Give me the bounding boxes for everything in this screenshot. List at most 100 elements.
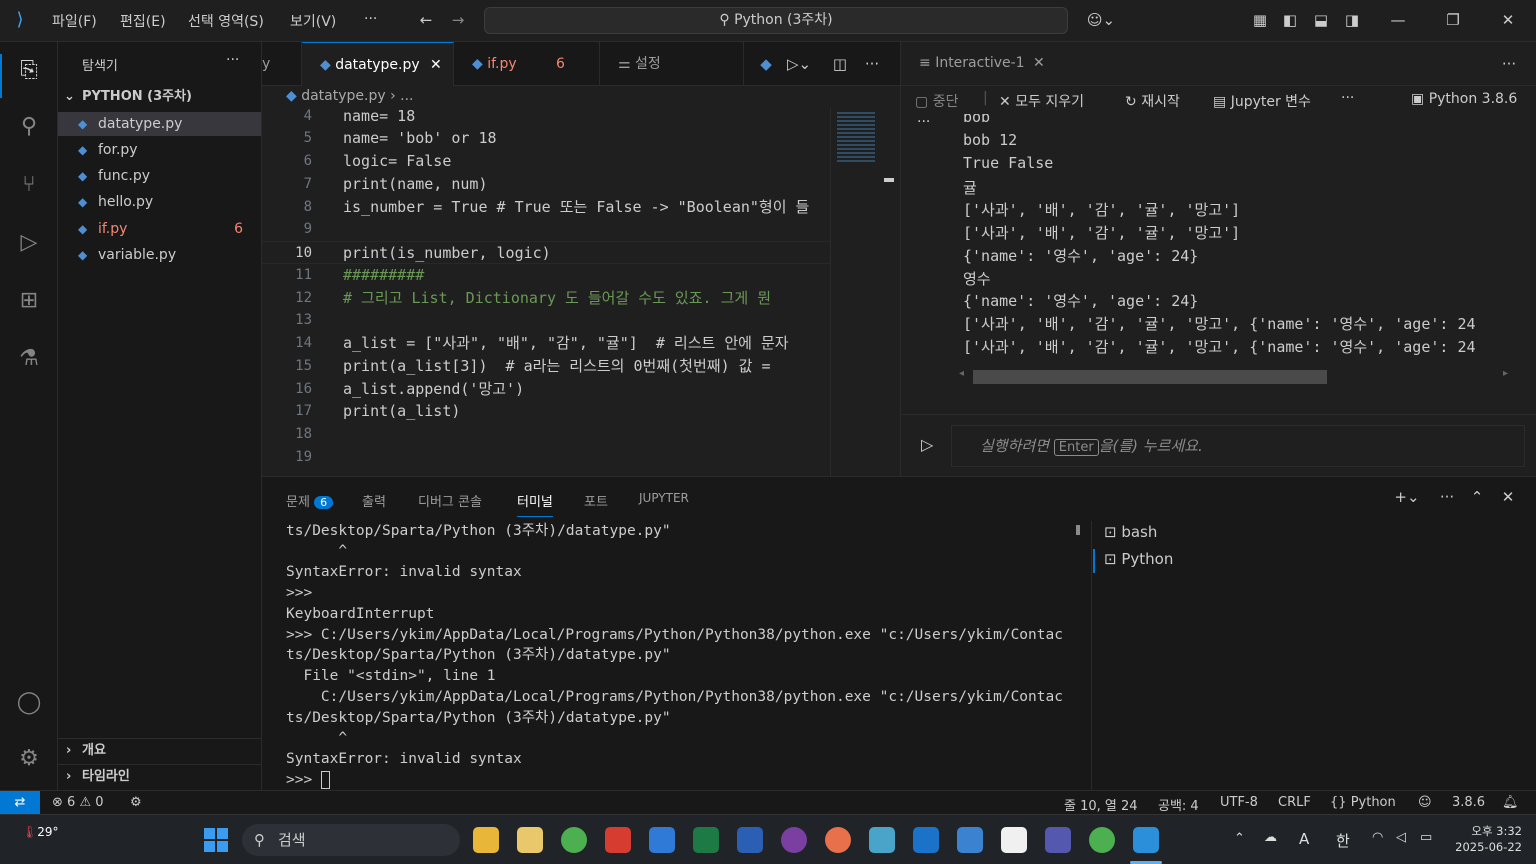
kernel-picker[interactable]: ▣ Python 3.8.6 [1411, 91, 1517, 107]
clear-all-button[interactable]: ✕ 모두 지우기 [999, 91, 1084, 111]
menu-view[interactable]: 보기(V) [290, 11, 336, 31]
execute-cell-icon[interactable]: ▷ [921, 435, 933, 454]
excel-app-icon[interactable] [693, 827, 719, 853]
acrobat-app-icon[interactable] [605, 827, 631, 853]
battery-icon[interactable]: ▭ [1420, 830, 1432, 845]
run-debug-icon[interactable]: ▷ [14, 228, 44, 258]
menu-edit[interactable]: 편집(E) [120, 11, 166, 31]
editor-more-icon[interactable]: ··· [862, 54, 882, 74]
breadcrumb-file[interactable]: datatype.py [301, 88, 385, 104]
new-terminal-icon[interactable]: +⌄ [1390, 487, 1424, 507]
horizontal-scrollbar[interactable] [973, 370, 1327, 384]
show-hidden-icons-icon[interactable]: ⌃ [1234, 831, 1245, 846]
cell-more-icon[interactable]: ··· [917, 114, 930, 130]
maximize-panel-icon[interactable]: ⌃ [1467, 487, 1487, 507]
account-icon[interactable]: ◯ [14, 688, 44, 718]
search-view-icon[interactable]: ⚲ [14, 112, 44, 142]
tab-settings[interactable]: ⚌ 설정 [600, 42, 744, 86]
back-arrow-icon[interactable]: ← [416, 10, 436, 30]
toggle-panel-icon[interactable]: ⬓ [1311, 10, 1331, 30]
close-tab-icon[interactable]: ✕ [430, 43, 442, 87]
timeline-section[interactable]: › 타임라인 [58, 764, 261, 789]
clock[interactable]: 오후 3:32 2025-06-22 [1448, 823, 1522, 855]
teams-app-icon[interactable] [1045, 827, 1071, 853]
file-item-for[interactable]: ◆ for.py [58, 138, 261, 162]
notion-app-icon[interactable] [1001, 827, 1027, 853]
wifi-icon[interactable]: ◠ [1372, 830, 1383, 845]
file-explorer-app-icon[interactable] [473, 827, 499, 853]
remote-indicator-icon[interactable]: ⇄ [0, 791, 40, 815]
folder-header[interactable]: ⌄ PYTHON (3주차) [58, 86, 261, 108]
firefox-app-icon[interactable] [825, 827, 851, 853]
terminal-list-item-bash[interactable]: ⊡ bash [1104, 523, 1157, 541]
python-version[interactable]: 3.8.6 [1452, 795, 1485, 810]
run-file-icon[interactable]: ▷⌄ [782, 54, 816, 74]
menu-more[interactable]: ··· [364, 11, 377, 27]
terminal-scrollbar[interactable] [1076, 525, 1080, 535]
encoding[interactable]: UTF-8 [1220, 795, 1258, 810]
source-control-icon[interactable]: ⑂ [14, 170, 44, 200]
notepad-app-icon[interactable] [957, 827, 983, 853]
interactive-more-icon[interactable]: ··· [1499, 54, 1519, 74]
copilot-icon[interactable]: ☺⌄ [1084, 10, 1118, 30]
vscode-app-icon[interactable] [1133, 827, 1159, 853]
code-editor[interactable]: ◆ datatype.py › ... 4 name= 18 5 name= 'bo… [262, 86, 900, 476]
mail-app-icon[interactable] [517, 827, 543, 853]
breadcrumb-rest[interactable]: ... [400, 88, 413, 104]
customize-layout-icon[interactable]: ▦ [1250, 10, 1270, 30]
forward-arrow-icon[interactable]: → [448, 10, 468, 30]
code-input-box[interactable]: 실행하려면 Enter 을(를) 누르세요. [951, 425, 1525, 467]
minimize-icon[interactable]: — [1388, 10, 1408, 30]
close-window-icon[interactable]: ✕ [1498, 10, 1518, 30]
explorer-icon[interactable]: ⎘ [14, 56, 44, 86]
toggle-secondary-sidebar-icon[interactable]: ◨ [1342, 10, 1362, 30]
tab-debug-console[interactable]: 디버그 콘솔 [418, 491, 482, 510]
weather-widget[interactable]: 🌡︎29° [22, 825, 59, 839]
tab-terminal[interactable]: 터미널 [517, 491, 553, 517]
indentation[interactable]: 공백: 4 [1158, 795, 1199, 814]
scroll-left-icon[interactable]: ◂ [959, 368, 964, 379]
chrome-profile-app-icon[interactable] [1089, 827, 1115, 853]
debug-status-icon[interactable]: ⚙ [130, 795, 142, 810]
restore-icon[interactable]: ❐ [1443, 10, 1463, 30]
copilot-status-icon[interactable]: ☺ [1418, 795, 1432, 810]
toolbar-more-icon[interactable]: ··· [1341, 90, 1354, 106]
tab-if[interactable]: ◆ if.py 6 [454, 42, 600, 86]
minimap[interactable] [830, 108, 882, 476]
notifications-bell-icon[interactable]: 🔔︎ [1502, 795, 1519, 810]
extensions-icon[interactable]: ⊞ [14, 286, 44, 316]
scroll-right-icon[interactable]: ▸ [1503, 368, 1508, 379]
tab-partial[interactable]: y [262, 42, 302, 86]
cursor-position[interactable]: 줄 10, 열 24 [1064, 795, 1138, 814]
python-idle-app-icon[interactable] [869, 827, 895, 853]
ime-mode-a[interactable]: A [1299, 830, 1309, 848]
chrome-app-icon[interactable] [561, 827, 587, 853]
close-panel-icon[interactable]: ✕ [1498, 487, 1518, 507]
tab-jupyter[interactable]: JUPYTER [639, 491, 689, 505]
command-center[interactable]: ⚲ Python (3주차) [484, 7, 1068, 34]
windows-start-icon[interactable] [204, 828, 228, 852]
explorer-more-button[interactable]: ··· [226, 52, 239, 68]
close-tab-icon[interactable]: ✕ [1033, 42, 1045, 84]
file-item-variable[interactable]: ◆ variable.py [58, 243, 261, 267]
file-item-datatype[interactable]: ◆ datatype.py [58, 112, 261, 136]
end-of-line[interactable]: CRLF [1278, 795, 1311, 810]
outlook-app-icon[interactable] [913, 827, 939, 853]
panel-more-icon[interactable]: ··· [1437, 487, 1457, 507]
onedrive-cloud-icon[interactable]: ☁ [1264, 830, 1277, 845]
tab-ports[interactable]: 포트 [584, 491, 608, 510]
tab-datatype[interactable]: ◆ datatype.py ✕ [302, 42, 454, 86]
tab-problems[interactable]: 문제 6 [286, 491, 334, 510]
file-item-func[interactable]: ◆ func.py [58, 164, 261, 188]
tab-interactive[interactable]: ≡ Interactive-1 ✕ [901, 42, 1059, 86]
terminal-output[interactable]: ts/Desktop/Sparta/Python (3주차)/datatype.… [262, 521, 1072, 791]
file-item-hello[interactable]: ◆ hello.py [58, 190, 261, 214]
outline-section[interactable]: › 개요 [58, 738, 261, 763]
volume-icon[interactable]: ◁ [1396, 830, 1406, 845]
terminal-list-item-python[interactable]: ⊡ Python [1104, 550, 1173, 568]
word-app-icon[interactable] [737, 827, 763, 853]
split-editor-icon[interactable]: ◫ [830, 54, 850, 74]
taskbar-search[interactable]: ⚲ 검색 [242, 824, 460, 856]
settings-gear-icon[interactable]: ⚙ [14, 744, 44, 774]
tab-output[interactable]: 출력 [362, 491, 386, 510]
